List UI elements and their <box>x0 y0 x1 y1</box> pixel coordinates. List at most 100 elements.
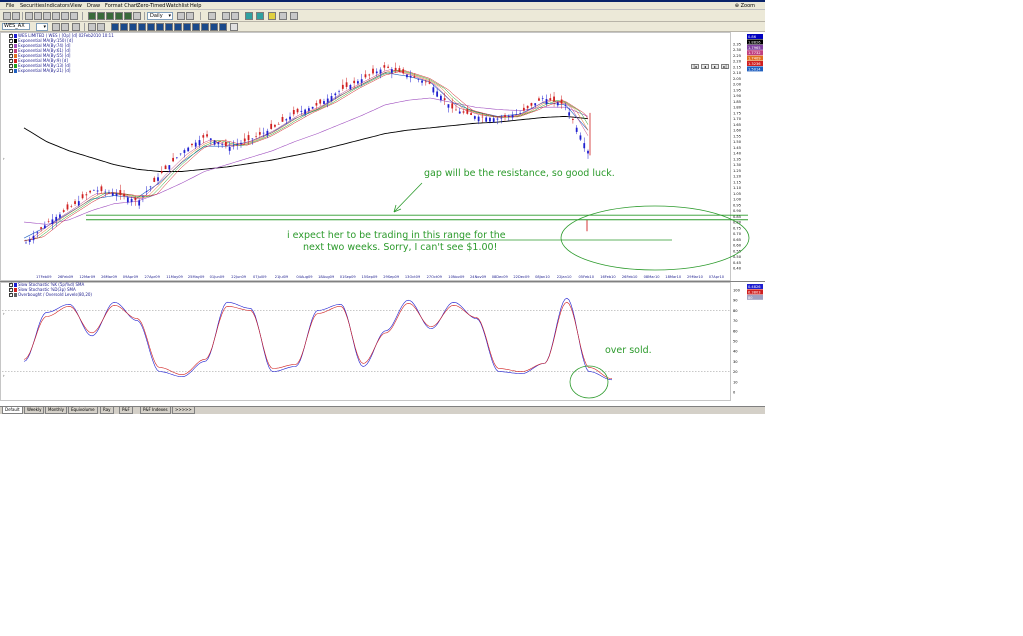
draw-fib-icon[interactable] <box>138 23 146 31</box>
last-page-icon[interactable]: ▸| <box>721 64 729 69</box>
scroll-right-icon[interactable] <box>186 12 194 20</box>
area-chart-icon[interactable] <box>115 12 123 20</box>
price-axis-tick: 0.75 <box>733 226 741 230</box>
scroll-left-icon[interactable] <box>177 12 185 20</box>
stochastic-legend-row[interactable]: Overbought / Oversold Levels(80,20) <box>9 291 92 297</box>
alert-icon[interactable] <box>268 12 276 20</box>
candle-chart-icon[interactable] <box>97 12 105 20</box>
stochastic-axis-tick: 90 <box>733 299 738 303</box>
legend-swatch <box>14 68 17 73</box>
candle-body <box>549 98 552 101</box>
draw-cycle-icon[interactable] <box>183 23 191 31</box>
zoom-out-icon[interactable] <box>61 12 69 20</box>
legend-swatch <box>14 48 17 53</box>
price-legend-row[interactable]: Exponential MA(By:21) [d] <box>9 67 114 73</box>
stochastic-axis-tick: 30 <box>733 360 738 364</box>
print-icon[interactable] <box>70 12 78 20</box>
tab-default[interactable]: Default <box>2 407 23 414</box>
zoom-link[interactable]: ⊕ Zoom <box>735 3 755 9</box>
eraser-icon[interactable] <box>97 23 105 31</box>
draw-arrow-icon[interactable] <box>174 23 182 31</box>
menu-watchlist[interactable]: Watchlist <box>166 3 189 9</box>
cascade-icon[interactable] <box>231 12 239 20</box>
candle-body <box>236 144 239 145</box>
price-axis-tick: 2.20 <box>733 60 742 64</box>
symbol-input[interactable]: WES_AX <box>2 23 30 30</box>
toolbar-separator <box>144 12 145 20</box>
refresh-icon[interactable] <box>208 12 216 20</box>
link-icon[interactable] <box>72 23 80 31</box>
settings-icon[interactable] <box>279 12 287 20</box>
menu-draw[interactable]: Draw <box>87 3 100 9</box>
draw-speed-icon[interactable] <box>201 23 209 31</box>
new-chart-icon[interactable] <box>3 12 11 20</box>
tab-more[interactable]: >>>>> <box>172 407 195 414</box>
bar-chart-icon[interactable] <box>88 12 96 20</box>
draw-text-icon[interactable] <box>147 23 155 31</box>
volume-icon[interactable] <box>124 12 132 20</box>
menu-securities[interactable]: Securities <box>20 3 45 9</box>
tab-pf-indexes[interactable]: P&F Indexes <box>140 407 171 414</box>
zoom-in-icon[interactable] <box>52 12 60 20</box>
up-arrow-icon[interactable] <box>245 12 253 20</box>
pen-icon[interactable] <box>88 23 96 31</box>
open-icon[interactable] <box>12 12 20 20</box>
line-chart-icon[interactable] <box>106 12 114 20</box>
candle-body <box>251 138 254 140</box>
draw-ray-icon[interactable] <box>120 23 128 31</box>
stochastic-axis-tick: 40 <box>733 350 738 354</box>
price-axis-tick: 2.35 <box>733 43 741 47</box>
stochastic-axis-tick: 0 <box>733 391 736 395</box>
crosshair-icon[interactable] <box>34 12 42 20</box>
tab-monthly[interactable]: Monthly <box>45 407 68 414</box>
draw-andrews-icon[interactable] <box>210 23 218 31</box>
candle-body <box>119 190 122 195</box>
chart-navigation: |◂ ◂ ▸ ▸| <box>691 64 731 70</box>
draw-gann-icon[interactable] <box>192 23 200 31</box>
symbol-next-icon[interactable] <box>61 23 69 31</box>
candle-body <box>421 80 423 83</box>
candle-body <box>108 192 110 193</box>
draw-regression-icon[interactable] <box>219 23 227 31</box>
draw-ellipse-icon[interactable] <box>165 23 173 31</box>
tab-ray[interactable]: Ray <box>100 407 114 414</box>
tab-pf[interactable]: P&F <box>119 407 133 414</box>
draw-channel-icon[interactable] <box>129 23 137 31</box>
delete-drawing-icon[interactable] <box>230 23 238 31</box>
draw-rect-icon[interactable] <box>156 23 164 31</box>
period-select[interactable]: Daily <box>147 12 173 20</box>
first-page-icon[interactable]: |◂ <box>691 64 699 69</box>
trendline-icon[interactable] <box>43 12 51 20</box>
candle-body <box>59 214 61 218</box>
candle-body <box>394 67 397 71</box>
candle-body <box>96 190 99 192</box>
candle-body <box>398 68 401 72</box>
legend-checkbox[interactable] <box>9 291 13 297</box>
tile-icon[interactable] <box>222 12 230 20</box>
date-axis-tick: 12Mar09 <box>79 275 96 279</box>
next-page-icon[interactable]: ▸ <box>711 64 719 69</box>
menu-view[interactable]: View <box>70 3 82 9</box>
price-axis-tick: 0.40 <box>733 267 742 271</box>
symbol-prev-icon[interactable] <box>52 23 60 31</box>
draw-line-icon[interactable] <box>111 23 119 31</box>
menu-help[interactable]: Help <box>190 3 201 9</box>
ema-series-line <box>23 72 589 239</box>
date-axis-tick: 18Aug09 <box>318 275 335 279</box>
candle-body <box>213 140 216 145</box>
legend-checkbox[interactable] <box>9 67 13 73</box>
menu-format-chart[interactable]: Format Chart <box>105 3 138 9</box>
menu-indicators[interactable]: Indicators <box>45 3 70 9</box>
menu-file[interactable]: File <box>6 3 14 9</box>
legend-swatch <box>14 53 17 58</box>
candle-body <box>364 74 367 78</box>
help-icon[interactable] <box>290 12 298 20</box>
cursor-icon[interactable] <box>25 12 33 20</box>
prev-page-icon[interactable]: ◂ <box>701 64 709 69</box>
down-arrow-icon[interactable] <box>256 12 264 20</box>
menu-zero-timed[interactable]: Zero-Timed <box>137 3 165 9</box>
grid-icon[interactable] <box>133 12 141 20</box>
tab-equivolume[interactable]: Equivolume <box>68 407 98 414</box>
tab-weekly[interactable]: Weekly <box>24 407 45 414</box>
symbol-history-select[interactable] <box>36 23 48 31</box>
